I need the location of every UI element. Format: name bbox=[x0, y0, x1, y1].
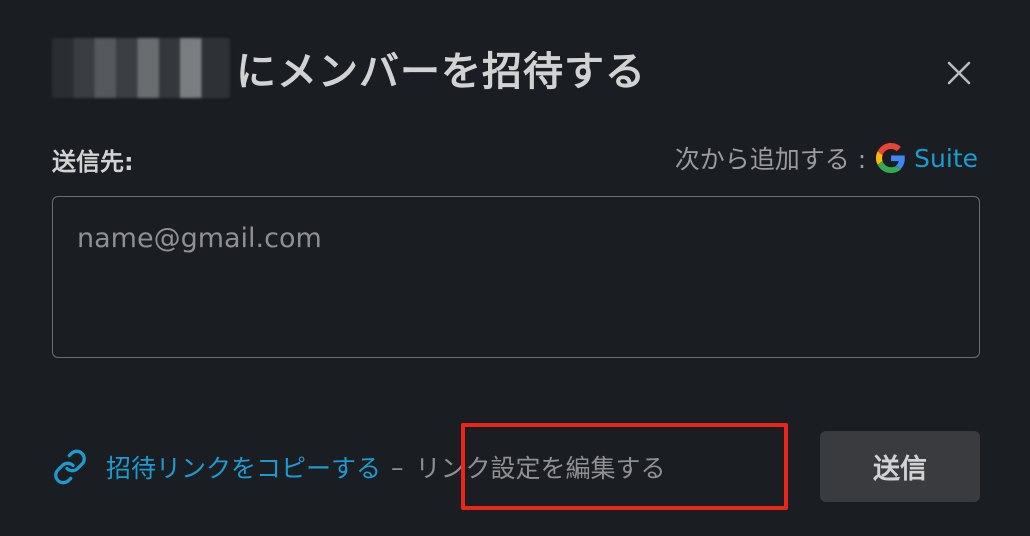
edit-link-settings[interactable]: リンク設定を編集する bbox=[410, 449, 672, 485]
dialog-title: にメンバーを招待する bbox=[52, 36, 646, 100]
workspace-name-redacted bbox=[52, 38, 230, 98]
link-icon bbox=[54, 449, 86, 485]
add-from-label: 次から追加する : bbox=[674, 145, 867, 174]
copy-invite-link[interactable]: 招待リンクをコピーする bbox=[106, 449, 381, 485]
invite-members-dialog: にメンバーを招待する 送信先: 次から追加する : Suite 招待リンクをコピ… bbox=[0, 0, 1030, 536]
email-input[interactable] bbox=[52, 196, 980, 358]
google-g-icon bbox=[876, 143, 905, 173]
send-button[interactable]: 送信 bbox=[820, 431, 980, 502]
recipients-label: 送信先: bbox=[52, 148, 134, 176]
add-from-provider: 次から追加する : Suite bbox=[675, 140, 978, 176]
separator: – bbox=[391, 452, 404, 482]
g-suite-link[interactable]: Suite bbox=[914, 144, 978, 173]
close-icon bbox=[947, 61, 971, 85]
dialog-title-text: にメンバーを招待する bbox=[236, 49, 646, 95]
close-button[interactable] bbox=[938, 52, 980, 94]
dialog-footer: 招待リンクをコピーする – リンク設定を編集する bbox=[52, 446, 672, 488]
